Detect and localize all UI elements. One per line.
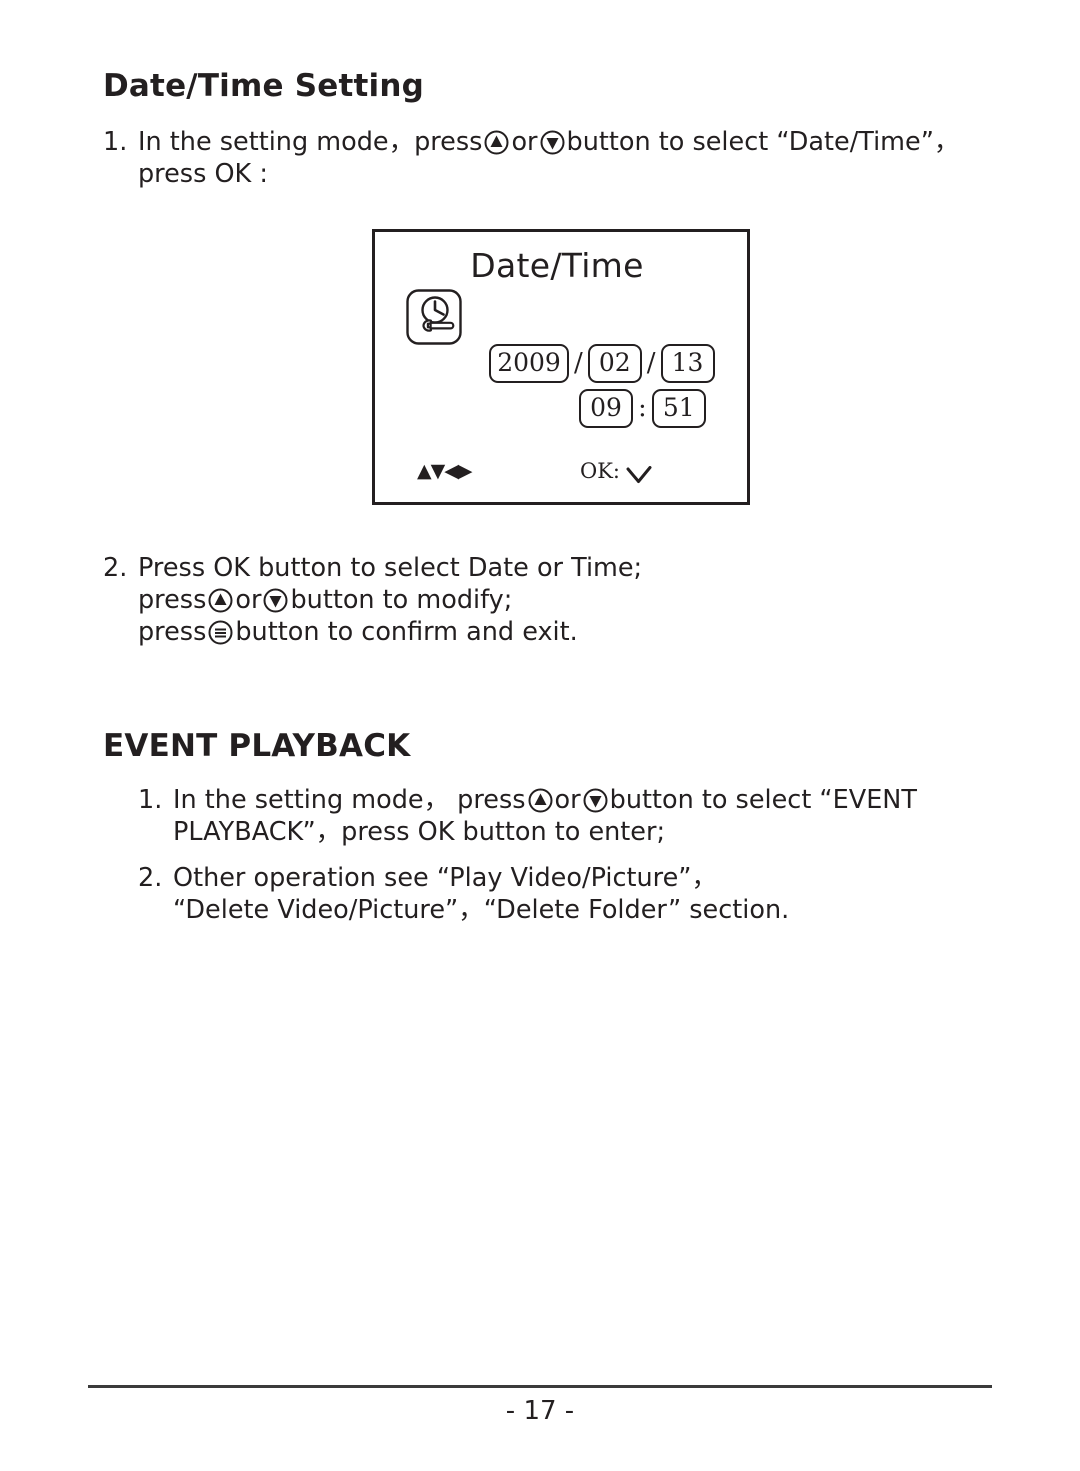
list-item-line: Other operation see “Play Video/Picture”…	[173, 863, 717, 893]
page-number: - 17 -	[505, 1396, 575, 1426]
list-item: 2. Press OK button to select Date or Tim…	[103, 552, 1003, 648]
section-heading-event-playback: EVENT PLAYBACK	[103, 728, 411, 764]
down-button-icon	[583, 788, 608, 813]
list-item-line: press button to confirm and exit.	[138, 616, 1003, 648]
time-separator: :	[638, 393, 647, 423]
month-field[interactable]: 02	[587, 343, 642, 383]
step-text: In the setting mode，press	[138, 127, 483, 157]
checkmark-icon	[626, 462, 652, 483]
list-marker: 1.	[103, 127, 128, 157]
step-text: In the setting mode， press	[173, 785, 526, 815]
lcd-screen-title: Date/Time	[470, 246, 644, 285]
step-text: or	[511, 127, 538, 157]
list-marker: 1.	[138, 785, 163, 815]
step-text: button to select “Date/Time”，	[566, 127, 960, 157]
step-text: press	[138, 617, 207, 647]
menu-button-icon	[208, 620, 233, 645]
down-button-icon	[263, 588, 288, 613]
manual-page: Date/Time Setting 1. In the setting mode…	[0, 0, 1080, 1471]
list-item-line: press OK :	[138, 159, 268, 189]
section-heading-date-time: Date/Time Setting	[103, 68, 424, 104]
list-marker: 2.	[103, 553, 128, 583]
footer-divider	[88, 1385, 992, 1388]
list-item-line: “Delete Video/Picture”，“Delete Folder” s…	[173, 895, 790, 925]
list-item-line: press or button to modify;	[138, 584, 1003, 616]
list-item-line: PLAYBACK”，press OK button to enter;	[173, 817, 666, 847]
lcd-screen-illustration: Date/Time 2009 / 02 / 13 09 : 51 ▲▼◀▶ OK…	[372, 229, 750, 505]
list-item: 1. In the setting mode， press or button to…	[138, 784, 1018, 848]
minute-field[interactable]: 51	[651, 388, 706, 428]
step-text: button to select “EVENT	[609, 785, 917, 815]
date-row: 2009 / 02 / 13	[485, 342, 741, 384]
step-text: press	[138, 585, 207, 615]
event-playback-step-list: 1. In the setting mode， press or button to…	[138, 784, 1018, 926]
list-item: 1. In the setting mode，press or button to …	[103, 126, 1003, 190]
down-button-icon	[540, 130, 565, 155]
step-text: or	[235, 585, 262, 615]
clock-wrench-icon	[405, 288, 463, 346]
list-item: 2. Other operation see “Play Video/Pictu…	[138, 862, 1018, 926]
date-separator-1: /	[574, 348, 583, 378]
list-item-line: In the setting mode， press or button to se…	[173, 784, 1018, 816]
date-time-value-group: 2009 / 02 / 13 09 : 51	[485, 342, 741, 429]
step-text: button to confirm and exit.	[235, 617, 578, 647]
time-row: 09 : 51	[485, 387, 741, 429]
year-field[interactable]: 2009	[489, 343, 569, 383]
step-text: or	[554, 785, 581, 815]
up-button-icon	[208, 588, 233, 613]
list-item-line: In the setting mode，press or button to sel…	[138, 126, 1003, 158]
ok-hint-label: OK:	[580, 459, 620, 483]
nav-arrows-icon: ▲▼◀▶	[417, 460, 472, 482]
lcd-footer-hints: ▲▼◀▶ OK:	[375, 456, 747, 486]
ok-hint: OK:	[580, 456, 652, 486]
up-button-icon	[528, 788, 553, 813]
list-item-line: Press OK button to select Date or Time;	[138, 553, 643, 583]
hour-field[interactable]: 09	[579, 388, 633, 428]
date-time-step-list-part2: 2. Press OK button to select Date or Tim…	[103, 552, 1003, 648]
up-button-icon	[484, 130, 509, 155]
date-separator-2: /	[646, 348, 656, 378]
date-time-step-list-part1: 1. In the setting mode，press or button to …	[103, 126, 1003, 190]
list-marker: 2.	[138, 863, 163, 893]
step-text: button to modify;	[290, 585, 513, 615]
day-field[interactable]: 13	[660, 343, 715, 383]
